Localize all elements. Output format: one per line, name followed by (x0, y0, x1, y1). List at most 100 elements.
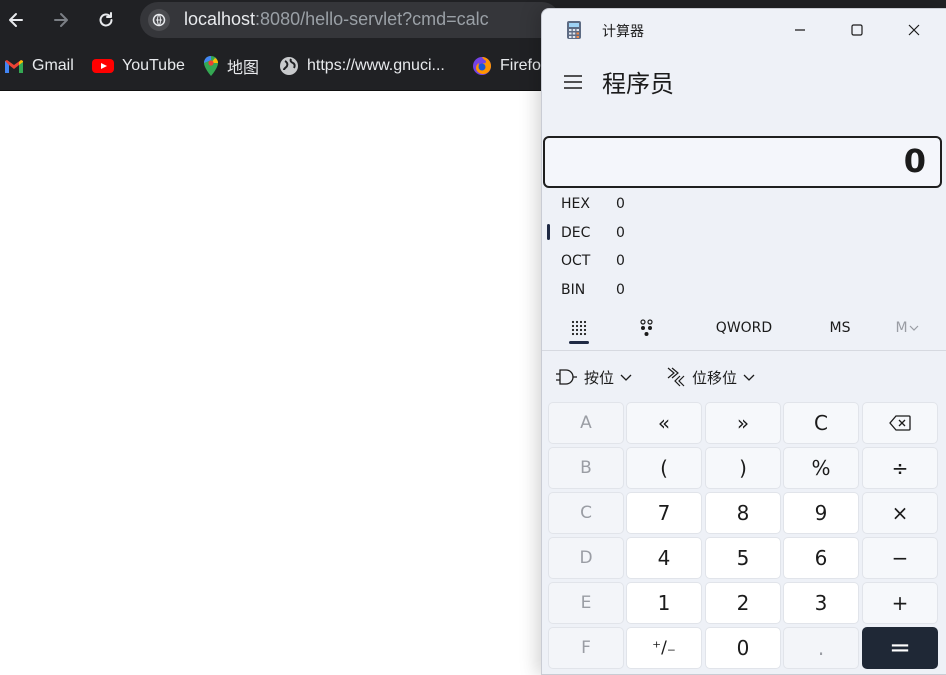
radix-label: DEC (561, 225, 591, 241)
close-button[interactable] (894, 15, 934, 45)
radix-value: 0 (616, 225, 625, 241)
key-divide[interactable]: ÷ (862, 447, 938, 489)
chevron-down-icon (620, 374, 632, 381)
back-button[interactable] (0, 4, 32, 36)
key-add[interactable]: + (862, 582, 938, 624)
radix-label: OCT (561, 253, 591, 269)
radix-hex[interactable]: HEX 0 (561, 193, 625, 215)
calculator-app-icon (567, 21, 581, 39)
bookmark-label: YouTube (122, 57, 185, 74)
gmail-icon (5, 60, 23, 73)
bitshift-label: 位移位 (692, 368, 738, 387)
bookmark-gnuci[interactable]: https://www.gnuci... (279, 55, 445, 77)
minimize-button[interactable] (780, 15, 820, 45)
key-0[interactable]: 0 (705, 627, 781, 669)
key-percent[interactable]: % (783, 447, 859, 489)
calculator-window: 计算器 程序员 0 HEX 0 DEC 0 OCT 0 BIN 0 QWORD … (541, 8, 946, 675)
bit-toggle-keypad-button[interactable] (632, 313, 662, 343)
radix-label: HEX (561, 196, 590, 212)
firefox-icon (473, 57, 491, 75)
bookmark-maps[interactable]: 地图 (203, 55, 259, 77)
radix-selected-indicator (547, 224, 550, 240)
address-bar[interactable]: localhost:8080/hello-servlet?cmd=calc (140, 2, 560, 38)
url-text[interactable]: localhost:8080/hello-servlet?cmd=calc (184, 9, 489, 30)
key-5[interactable]: 5 (705, 537, 781, 579)
key-d[interactable]: D (548, 537, 624, 579)
word-size-button[interactable]: QWORD (710, 313, 778, 343)
key-3[interactable]: 3 (783, 582, 859, 624)
key-9[interactable]: 9 (783, 492, 859, 534)
hamburger-icon (564, 75, 582, 89)
keypad-icon (571, 320, 587, 336)
window-title: 计算器 (602, 24, 644, 40)
key-shift-right[interactable]: » (705, 402, 781, 444)
logic-gate-icon (556, 369, 577, 385)
bit-keypad-icon (640, 319, 653, 336)
key-backspace[interactable] (862, 402, 938, 444)
divider (542, 350, 946, 351)
key-multiply[interactable]: × (862, 492, 938, 534)
forward-button[interactable] (45, 4, 77, 36)
screen: localhost:8080/hello-servlet?cmd=calc Gm… (0, 0, 946, 675)
globe-icon (280, 57, 298, 75)
radix-bin[interactable]: BIN 0 (561, 279, 625, 301)
word-size-label: QWORD (715, 320, 773, 336)
minimize-icon (795, 29, 805, 31)
backspace-icon (889, 415, 911, 431)
bitshift-dropdown[interactable]: 位移位 (666, 365, 755, 389)
chevron-down-icon (909, 325, 918, 331)
key-a[interactable]: A (548, 402, 624, 444)
radix-dec[interactable]: DEC 0 (561, 222, 625, 244)
reload-button[interactable] (90, 4, 122, 36)
key-2[interactable]: 2 (705, 582, 781, 624)
key-e[interactable]: E (548, 582, 624, 624)
key-open-paren[interactable]: ( (626, 447, 702, 489)
ms-label: MS (829, 320, 851, 336)
key-equals[interactable]: = (862, 627, 938, 669)
chevron-down-icon (743, 374, 755, 381)
url-host: localhost (184, 9, 256, 29)
mode-title: 程序员 (602, 70, 674, 98)
url-path: :8080/hello-servlet?cmd=calc (255, 9, 489, 29)
memory-store-button[interactable]: MS (822, 313, 858, 343)
key-subtract[interactable]: − (862, 537, 938, 579)
radix-oct[interactable]: OCT 0 (561, 250, 625, 272)
radix-value: 0 (616, 196, 625, 212)
bitwise-label: 按位 (584, 368, 615, 387)
memory-view-button[interactable]: M (890, 313, 924, 343)
key-8[interactable]: 8 (705, 492, 781, 534)
bitwise-dropdown[interactable]: 按位 (556, 365, 632, 389)
title-bar[interactable]: 计算器 (542, 9, 946, 49)
key-6[interactable]: 6 (783, 537, 859, 579)
key-c-hex[interactable]: C (548, 492, 624, 534)
bookmark-youtube[interactable]: YouTube (92, 55, 185, 77)
key-negate[interactable]: ⁺/₋ (626, 627, 702, 669)
key-7[interactable]: 7 (626, 492, 702, 534)
mv-label: M (895, 320, 908, 336)
site-info-icon[interactable] (148, 9, 170, 31)
bookmark-label: https://www.gnuci... (307, 57, 445, 74)
key-close-paren[interactable]: ) (705, 447, 781, 489)
navigation-menu-button[interactable] (560, 69, 586, 95)
key-clear[interactable]: C (783, 402, 859, 444)
display-value: 0 (903, 142, 926, 180)
key-shift-left[interactable]: « (626, 402, 702, 444)
bookmark-label: Gmail (32, 57, 74, 74)
arrow-left-icon (9, 13, 23, 27)
key-b[interactable]: B (548, 447, 624, 489)
maps-icon (204, 56, 218, 76)
bookmark-gmail[interactable]: Gmail (4, 55, 74, 77)
arrow-right-icon (54, 13, 68, 27)
maximize-button[interactable] (837, 15, 877, 45)
radix-label: BIN (561, 282, 586, 298)
bit-shift-icon (667, 367, 685, 387)
key-decimal[interactable]: . (783, 627, 859, 669)
key-f[interactable]: F (548, 627, 624, 669)
active-keypad-indicator (569, 341, 589, 344)
bookmark-firefox[interactable]: Firefox (472, 55, 549, 77)
radix-value: 0 (616, 282, 625, 298)
full-keypad-button[interactable] (564, 313, 594, 343)
key-4[interactable]: 4 (626, 537, 702, 579)
key-1[interactable]: 1 (626, 582, 702, 624)
bookmark-label: 地图 (227, 60, 260, 77)
